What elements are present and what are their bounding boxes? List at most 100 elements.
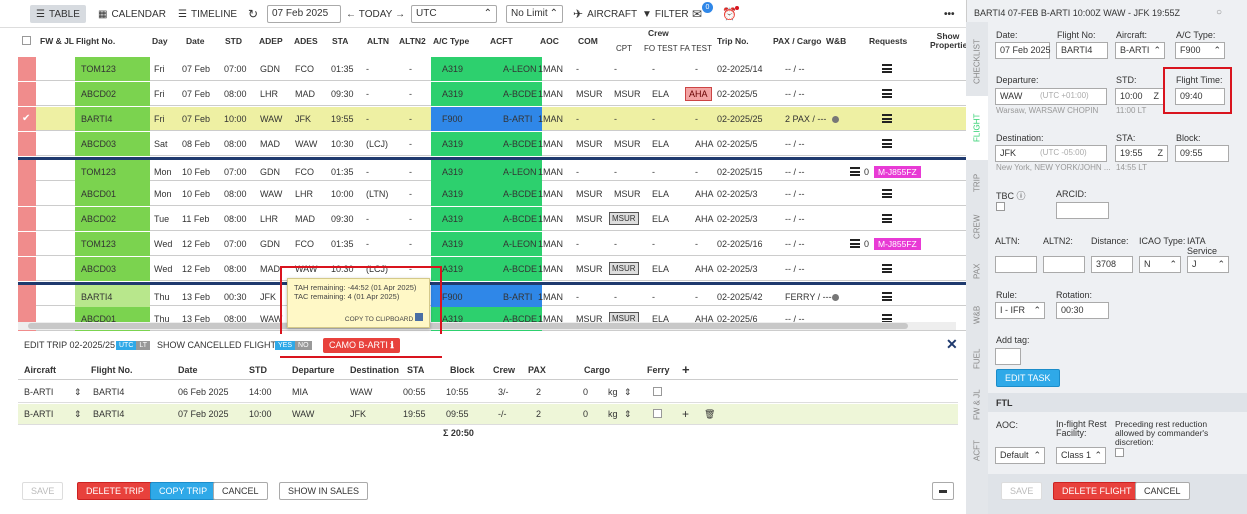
calendar-view-tab[interactable]: ▦ CALENDAR xyxy=(98,5,166,23)
table-row[interactable]: ABCD01 Mon 10 Feb 08:00 WAW LHR 10:00 (LTN) - A31… xyxy=(18,182,966,206)
delete-flight-button[interactable]: DELETE FLIGHT xyxy=(1053,482,1141,500)
tab-fuel[interactable]: FUEL xyxy=(966,338,988,380)
add-tag-field[interactable] xyxy=(995,348,1021,365)
table-row[interactable]: TOM123 Fri 07 Feb 07:00 GDN FCO 01:35 - - A319 A-L… xyxy=(18,57,966,81)
trip-leg-row[interactable]: B-ARTI BARTI4 07 Feb 2025 10:00 WAW JFK 19:55 0… xyxy=(18,404,958,425)
block-field[interactable]: 09:55 xyxy=(1175,145,1229,162)
settings-circle-icon[interactable]: ○ xyxy=(1216,7,1222,18)
date-field[interactable]: 07 Feb 2025 xyxy=(995,42,1051,59)
mail-icon[interactable]: ✉ 0 xyxy=(692,2,713,23)
requests-menu-icon[interactable] xyxy=(882,189,892,198)
rest-facility-select[interactable]: Class 1 ⌃ xyxy=(1056,447,1106,464)
cell-trip[interactable]: 02-2025/14 xyxy=(717,64,763,74)
trip-leg-row[interactable]: B-ARTI BARTI4 06 Feb 2025 14:00 MIA WAW 00:55 1… xyxy=(18,382,958,403)
horizontal-scrollbar[interactable] xyxy=(18,322,956,330)
iata-service-select[interactable]: J ⌃ xyxy=(1187,256,1229,273)
cell-trip[interactable]: 02-2025/5 xyxy=(717,139,758,149)
table-row[interactable]: ABCD02 Tue 11 Feb 08:00 LHR MAD 09:30 - - A319 A-B… xyxy=(18,207,966,231)
destination-field[interactable]: JFK (UTC -05:00) xyxy=(995,145,1107,162)
filter-button[interactable]: ▼ FILTER xyxy=(642,5,689,23)
chevron-updown-icon[interactable]: ⇕ xyxy=(74,387,82,398)
requests-menu-icon[interactable] xyxy=(882,139,892,148)
camo-button[interactable]: CAMO B-ARTI ℹ xyxy=(323,338,400,353)
actype-select[interactable]: F900 ⌃ xyxy=(1175,42,1225,59)
std-field[interactable]: 10:00 Z xyxy=(1115,88,1164,105)
show-properties-link[interactable]: Show Properties xyxy=(930,32,966,52)
icao-type-select[interactable]: N ⌃ xyxy=(1139,256,1181,273)
tab-fw-jl[interactable]: FW & JL xyxy=(966,382,988,428)
requests-menu-icon[interactable] xyxy=(882,64,892,73)
cell-trip[interactable]: 02-2025/15 xyxy=(717,167,763,177)
today-nav[interactable]: ← TODAY → xyxy=(346,5,405,23)
leg-aircraft[interactable]: B-ARTI xyxy=(24,409,53,419)
cell-trip[interactable]: 02-2025/5 xyxy=(717,89,758,99)
requests-menu-icon[interactable] xyxy=(882,114,892,123)
tab-acft[interactable]: ACFT xyxy=(966,430,988,472)
more-menu[interactable]: ••• xyxy=(944,5,955,23)
cancelled-yes-no-toggle[interactable]: YES NO xyxy=(275,339,312,350)
arcid-field[interactable] xyxy=(1056,202,1109,219)
ferry-checkbox[interactable] xyxy=(653,387,662,396)
chevron-updown-icon[interactable]: ⇕ xyxy=(624,409,632,420)
edit-task-button[interactable]: EDIT TASK xyxy=(996,369,1060,387)
close-icon[interactable]: ✕ xyxy=(946,336,958,353)
leg-aircraft[interactable]: B-ARTI xyxy=(24,387,53,397)
sta-field[interactable]: 19:55 Z xyxy=(1115,145,1168,162)
request-tag[interactable]: M-J855FZ xyxy=(874,238,921,250)
ferry-checkbox[interactable] xyxy=(653,409,662,418)
tab-trip[interactable]: TRIP xyxy=(966,162,988,204)
table-row[interactable]: ABCD03 Wed 12 Feb 08:00 MAD WAW 10:30 (LCJ) - A31… xyxy=(18,257,966,281)
date-input[interactable]: 07 Feb 2025 xyxy=(267,5,341,23)
show-in-sales-button[interactable]: SHOW IN SALES xyxy=(279,482,369,500)
timezone-select[interactable]: UTC ⌃ xyxy=(411,5,497,23)
cell-trip[interactable]: 02-2025/3 xyxy=(717,264,758,274)
aoc-select[interactable]: Default ⌃ xyxy=(995,447,1045,464)
tbc-checkbox[interactable] xyxy=(996,202,1005,211)
leg-unit[interactable]: kg xyxy=(608,409,618,419)
tab-pax[interactable]: PAX xyxy=(966,250,988,292)
tab-crew[interactable]: CREW xyxy=(966,206,988,248)
flight-number-field[interactable]: BARTI4 xyxy=(1056,42,1108,59)
rotation-field[interactable]: 00:30 xyxy=(1056,302,1109,319)
table-row[interactable]: BARTI4 Thu 13 Feb 00:30 JFK F900 B-ARTI 1MAN - - -… xyxy=(18,282,966,309)
add-leg-icon[interactable]: + xyxy=(682,362,690,377)
arrow-left-icon[interactable]: ← xyxy=(346,9,356,20)
table-row[interactable]: TOM123 Mon 10 Feb 07:00 GDN FCO 01:35 - - A319 A-L… xyxy=(18,157,966,184)
trash-icon[interactable]: 🗑 xyxy=(704,409,715,420)
cell-trip[interactable]: 02-2025/3 xyxy=(717,214,758,224)
requests-menu-icon[interactable] xyxy=(882,292,892,301)
cell-trip[interactable]: 02-2025/16 xyxy=(717,239,763,249)
table-row[interactable]: BARTI4 Fri 07 Feb 10:00 WAW JFK 19:55 - - F900 B-A… xyxy=(18,107,966,131)
table-row[interactable]: ABCD03 Sat 08 Feb 08:00 MAD WAW 10:30 (LCJ) - A31… xyxy=(18,132,966,156)
table-row[interactable]: TOM123 Wed 12 Feb 07:00 GDN FCO 01:35 - - A319 A-L… xyxy=(18,232,966,256)
utc-lt-toggle[interactable]: UTC LT xyxy=(116,339,151,350)
panel-cancel-button[interactable]: CANCEL xyxy=(1135,482,1190,500)
table-view-tab[interactable]: ☰ TABLE xyxy=(30,5,86,23)
row-selected-check-icon[interactable]: ✔ xyxy=(22,113,30,124)
panel-save-button[interactable]: SAVE xyxy=(1001,482,1043,500)
minimize-button[interactable] xyxy=(932,482,954,500)
alarm-icon[interactable]: ⏰ xyxy=(722,5,739,23)
request-tag[interactable]: M-J855FZ xyxy=(874,166,921,178)
add-leg-icon[interactable]: + xyxy=(682,407,689,421)
requests-menu-icon[interactable] xyxy=(850,167,860,176)
timeline-view-tab[interactable]: ☰ TIMELINE xyxy=(178,5,237,23)
rest-reduction-checkbox[interactable] xyxy=(1115,448,1124,457)
tab-checklist[interactable]: CHECKLIST xyxy=(966,30,988,94)
requests-menu-icon[interactable] xyxy=(882,89,892,98)
aircraft-button[interactable]: ✈ AIRCRAFT xyxy=(573,5,637,23)
altn2-field[interactable] xyxy=(1043,256,1085,273)
save-button[interactable]: SAVE xyxy=(22,482,64,500)
leg-unit[interactable]: kg xyxy=(608,387,618,397)
requests-menu-icon[interactable] xyxy=(850,239,860,248)
requests-menu-icon[interactable] xyxy=(882,264,892,273)
table-row[interactable]: ABCD02 Fri 07 Feb 08:00 LHR MAD 09:30 - - A319 A-B… xyxy=(18,82,966,106)
chevron-updown-icon[interactable]: ⇕ xyxy=(74,409,82,420)
cancel-button[interactable]: CANCEL xyxy=(213,482,268,500)
aircraft-select[interactable]: B-ARTI ⌃ xyxy=(1115,42,1165,59)
distance-field[interactable]: 3708 xyxy=(1091,256,1133,273)
delete-trip-button[interactable]: DELETE TRIP xyxy=(77,482,153,500)
refresh-icon[interactable]: ↻ xyxy=(248,5,258,23)
cell-trip[interactable]: 02-2025/25 xyxy=(717,114,763,124)
rule-select[interactable]: I - IFR ⌃ xyxy=(995,302,1045,319)
